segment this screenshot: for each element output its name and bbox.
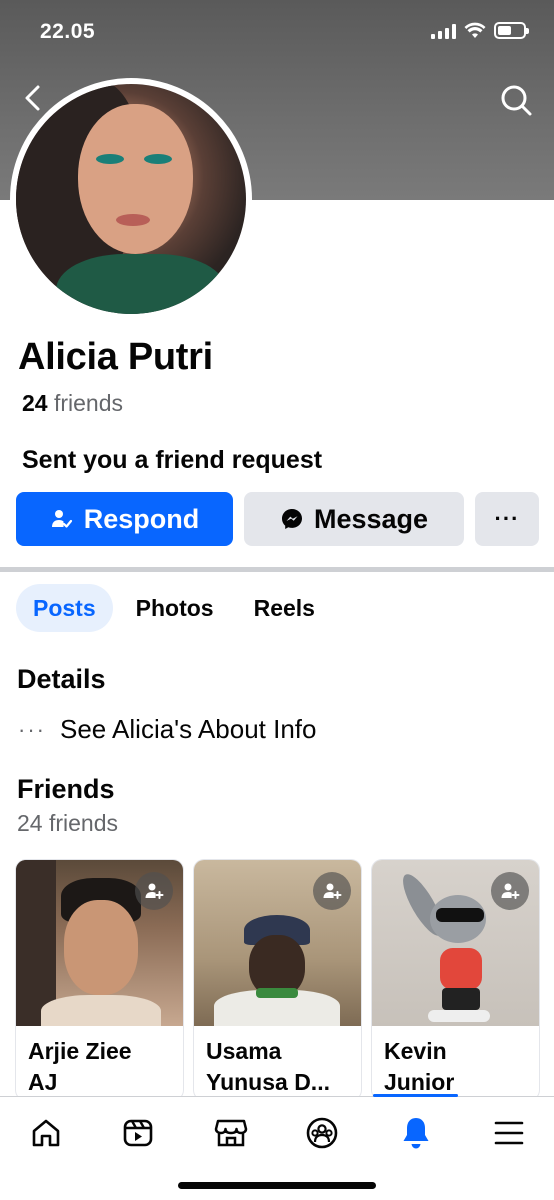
nav-video[interactable] [118, 1115, 158, 1151]
friend-photo [16, 860, 183, 1026]
add-friend-icon [501, 883, 520, 899]
add-friend-icon [323, 883, 342, 899]
friend-photo [194, 860, 361, 1026]
home-icon [32, 1119, 60, 1147]
nav-groups[interactable] [302, 1115, 342, 1151]
friend-name: Usama Yunusa D... [206, 1038, 330, 1095]
battery-icon [494, 22, 529, 39]
respond-button[interactable]: Respond [16, 492, 233, 546]
wifi-icon [464, 22, 486, 38]
friends-count-label: friends [53, 390, 124, 416]
add-friend-button[interactable] [313, 872, 351, 910]
notifications-icon [403, 1118, 429, 1149]
profile-tabs: Posts Photos Reels [16, 584, 332, 632]
person-check-icon [51, 510, 72, 528]
message-label: Message [313, 503, 429, 534]
messenger-icon [281, 509, 302, 529]
scroll-underline [373, 1094, 458, 1097]
nav-marketplace[interactable] [211, 1115, 251, 1151]
friend-card[interactable]: Kevin Junior [372, 860, 539, 1100]
nav-notifications[interactable] [396, 1115, 436, 1151]
groups-icon [306, 1117, 338, 1149]
status-icons [431, 22, 529, 39]
friends-heading: Friends [17, 774, 115, 804]
profile-name: Alicia Putri [18, 336, 213, 378]
nav-menu[interactable] [489, 1115, 529, 1151]
profile-picture[interactable] [10, 78, 252, 320]
dots-icon: ··· [18, 716, 46, 742]
add-friend-icon [145, 883, 164, 899]
tab-photos[interactable]: Photos [119, 584, 231, 632]
details-heading: Details [17, 664, 106, 694]
friends-count[interactable]: 24 friends [22, 390, 123, 417]
more-icon: ··· [494, 506, 520, 531]
video-icon [123, 1119, 153, 1147]
search-icon[interactable] [498, 82, 534, 118]
section-divider [0, 567, 554, 572]
friend-card[interactable]: Usama Yunusa D... [194, 860, 361, 1100]
about-info-link[interactable]: ··· See Alicia's About Info [18, 714, 316, 745]
friend-photo [372, 860, 539, 1026]
home-indicator[interactable] [178, 1182, 376, 1189]
nav-home[interactable] [26, 1115, 66, 1151]
friend-name: Arjie Ziee AJ [28, 1038, 132, 1095]
respond-label: Respond [83, 503, 200, 534]
tab-posts[interactable]: Posts [16, 584, 113, 632]
friends-subtitle: 24 friends [17, 810, 119, 836]
add-friend-button[interactable] [491, 872, 529, 910]
about-info-label: See Alicia's About Info [60, 714, 317, 744]
marketplace-icon [214, 1119, 248, 1147]
friend-card[interactable]: Arjie Ziee AJ [16, 860, 183, 1100]
message-button[interactable]: Message [244, 492, 464, 546]
status-time: 22.05 [40, 20, 96, 43]
friend-request-text: Sent you a friend request [22, 446, 323, 474]
more-options-button[interactable]: ··· [475, 492, 539, 546]
profile-photo-image [16, 84, 246, 314]
friend-name: Kevin Junior [384, 1038, 455, 1095]
add-friend-button[interactable] [135, 872, 173, 910]
menu-icon [494, 1121, 524, 1145]
tab-reels[interactable]: Reels [237, 584, 332, 632]
friends-count-number: 24 [22, 390, 48, 416]
signal-icon [431, 23, 456, 39]
